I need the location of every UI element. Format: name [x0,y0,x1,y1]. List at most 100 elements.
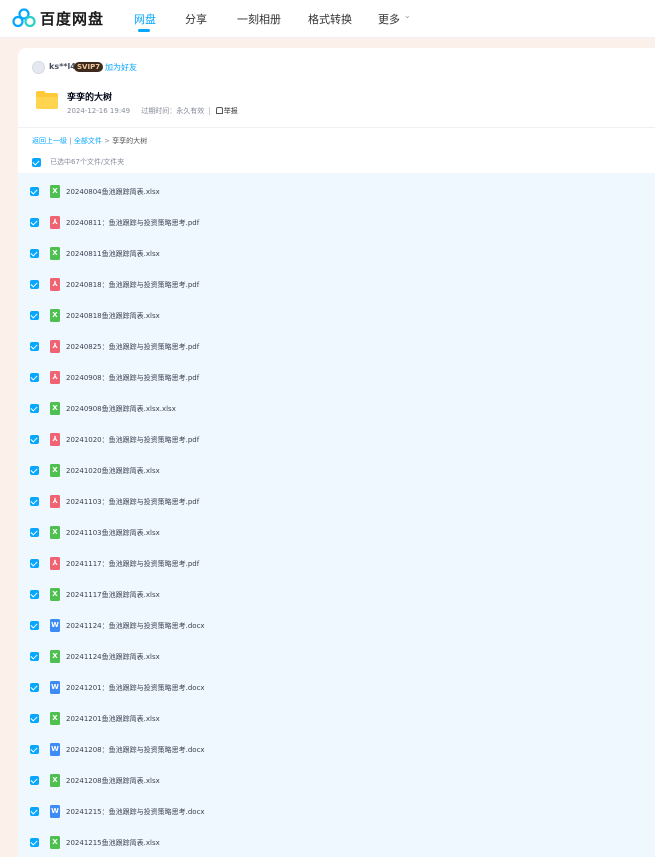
file-name[interactable]: 20241117：鱼池跟踪与投资策略思考.pdf [66,559,199,569]
file-row[interactable]: X 20241201鱼池跟踪简表.xlsx [18,700,655,731]
file-row[interactable]: X 20240811鱼池跟踪简表.xlsx [18,235,655,266]
report-icon[interactable] [215,107,223,114]
xlsx-file-icon: X [50,588,60,601]
file-row[interactable]: X 20241124鱼池跟踪简表.xlsx [18,638,655,669]
file-name[interactable]: 20241201鱼池跟踪简表.xlsx [66,714,160,724]
file-row[interactable]: W 20241215：鱼池跟踪与投资策略思考.docx [18,793,655,824]
file-row[interactable]: ⅄ 20241117：鱼池跟踪与投资策略思考.pdf [18,545,655,576]
file-row[interactable]: X 20241103鱼池跟踪简表.xlsx [18,514,655,545]
file-checkbox[interactable] [30,652,39,661]
file-name[interactable]: 20240825：鱼池跟踪与投资策略思考.pdf [66,342,199,352]
file-name[interactable]: 20241103鱼池跟踪简表.xlsx [66,528,160,538]
file-checkbox[interactable] [30,683,39,692]
file-checkbox[interactable] [30,621,39,630]
file-row[interactable]: X 20241117鱼池跟踪简表.xlsx [18,576,655,607]
file-name[interactable]: 20241117鱼池跟踪简表.xlsx [66,590,160,600]
file-checkbox[interactable] [30,218,39,227]
file-checkbox[interactable] [30,838,39,847]
xlsx-file-icon: X [50,402,60,415]
file-row[interactable]: X 20241208鱼池跟踪简表.xlsx [18,762,655,793]
file-row[interactable]: X 20240804鱼池跟踪简表.xlsx [18,173,655,204]
file-checkbox[interactable] [30,528,39,537]
file-row[interactable]: ⅄ 20240825：鱼池跟踪与投资策略思考.pdf [18,328,655,359]
file-checkbox[interactable] [30,280,39,289]
file-name[interactable]: 20241208：鱼池跟踪与投资策略思考.docx [66,745,205,755]
nav-share[interactable]: 分享 [185,11,207,27]
file-checkbox[interactable] [30,590,39,599]
report-button[interactable]: 举报 [224,107,238,115]
file-checkbox[interactable] [30,187,39,196]
file-checkbox[interactable] [30,745,39,754]
nav-more[interactable]: 更多 [378,11,400,27]
file-checkbox[interactable] [30,466,39,475]
file-row[interactable]: X 20241215鱼池跟踪简表.xlsx [18,824,655,855]
nav-format-convert[interactable]: 格式转换 [308,11,352,27]
file-checkbox[interactable] [30,435,39,444]
file-name[interactable]: 20241201：鱼池跟踪与投资策略思考.docx [66,683,205,693]
file-row[interactable]: ⅄ 20240908：鱼池跟踪与投资策略思考.pdf [18,359,655,390]
xlsx-file-icon: X [50,774,60,787]
nav-netdisk[interactable]: 网盘 [134,11,156,27]
add-friend-button[interactable]: 加为好友 [105,62,137,73]
file-name[interactable]: 20241020：鱼池跟踪与投资策略思考.pdf [66,435,199,445]
file-checkbox[interactable] [30,342,39,351]
select-all-checkbox[interactable] [32,158,41,167]
docx-file-icon: W [50,619,60,632]
file-checkbox[interactable] [30,249,39,258]
file-name[interactable]: 20240908鱼池跟踪简表.xlsx.xlsx [66,404,176,414]
file-checkbox[interactable] [30,404,39,413]
share-date: 2024-12-16 19:49 [67,107,131,115]
file-name[interactable]: 20241103：鱼池跟踪与投资策略思考.pdf [66,497,199,507]
file-name[interactable]: 20241215鱼池跟踪简表.xlsx [66,838,160,848]
xlsx-file-icon: X [50,650,60,663]
file-row[interactable]: ⅄ 20241020：鱼池跟踪与投资策略思考.pdf [18,421,655,452]
file-row[interactable]: X 20240908鱼池跟踪简表.xlsx.xlsx [18,390,655,421]
file-name[interactable]: 20240908：鱼池跟踪与投资策略思考.pdf [66,373,199,383]
sharer-name[interactable]: ks**l4 [49,62,76,71]
pdf-file-icon: ⅄ [50,340,60,353]
file-name[interactable]: 20241124：鱼池跟踪与投资策略思考.docx [66,621,205,631]
file-checkbox[interactable] [30,807,39,816]
chevron-down-icon[interactable]: ⌄ [404,11,411,20]
file-row[interactable]: W 20241201：鱼池跟踪与投资策略思考.docx [18,669,655,700]
file-checkbox[interactable] [30,714,39,723]
divider [18,127,655,128]
file-row[interactable]: ⅄ 20241103：鱼池跟踪与投资策略思考.pdf [18,483,655,514]
file-row[interactable]: ⅄ 20240811：鱼池跟踪与投资策略思考.pdf [18,204,655,235]
pdf-file-icon: ⅄ [50,278,60,291]
file-list: X 20240804鱼池跟踪简表.xlsx ⅄ 20240811：鱼池跟踪与投资策略思… [18,173,655,857]
file-row[interactable]: ⅄ 20240818：鱼池跟踪与投资策略思考.pdf [18,266,655,297]
file-row[interactable]: X 20240818鱼池跟踪简表.xlsx [18,297,655,328]
file-checkbox[interactable] [30,373,39,382]
file-row[interactable]: X 20241020鱼池跟踪简表.xlsx [18,452,655,483]
file-name[interactable]: 20240804鱼池跟踪简表.xlsx [66,187,160,197]
file-name[interactable]: 20241020鱼池跟踪简表.xlsx [66,466,160,476]
xlsx-file-icon: X [50,185,60,198]
selection-count: 已选中67个文件/文件夹 [50,158,125,166]
breadcrumb-all-files[interactable]: 全部文件 [74,137,102,145]
folder-icon [36,91,58,109]
file-checkbox[interactable] [30,497,39,506]
file-name[interactable]: 20241215：鱼池跟踪与投资策略思考.docx [66,807,205,817]
file-name[interactable]: 20240818鱼池跟踪简表.xlsx [66,311,160,321]
avatar[interactable] [32,61,45,74]
file-name[interactable]: 20240811鱼池跟踪简表.xlsx [66,249,160,259]
brand-name[interactable]: 百度网盘 [40,8,104,29]
file-checkbox[interactable] [30,776,39,785]
file-name[interactable]: 20241208鱼池跟踪简表.xlsx [66,776,160,786]
nav-album[interactable]: 一刻相册 [237,11,281,27]
baidu-netdisk-logo-icon[interactable] [12,8,36,28]
xlsx-file-icon: X [50,309,60,322]
xlsx-file-icon: X [50,712,60,725]
breadcrumb-back[interactable]: 返回上一级 [32,137,67,145]
file-name[interactable]: 20241124鱼池跟踪简表.xlsx [66,652,160,662]
file-row[interactable]: W 20241124：鱼池跟踪与投资策略思考.docx [18,607,655,638]
file-row[interactable]: W 20241208：鱼池跟踪与投资策略思考.docx [18,731,655,762]
file-checkbox[interactable] [30,311,39,320]
file-name[interactable]: 20240818：鱼池跟踪与投资策略思考.pdf [66,280,199,290]
vip-badge: SVIP7 [74,62,104,72]
file-name[interactable]: 20240811：鱼池跟踪与投资策略思考.pdf [66,218,199,228]
file-checkbox[interactable] [30,559,39,568]
share-meta: 2024-12-16 19:49 过期时间：永久有效 举报 [67,106,238,116]
pdf-file-icon: ⅄ [50,433,60,446]
